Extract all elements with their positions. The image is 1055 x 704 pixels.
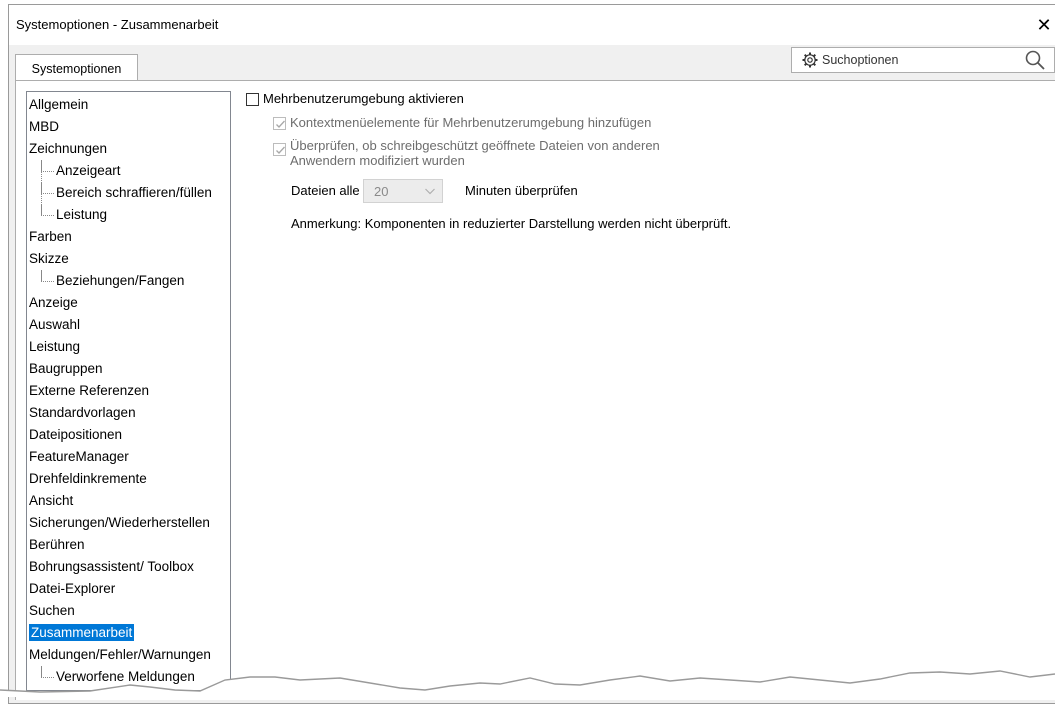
- tree-item[interactable]: MBD: [27, 116, 59, 138]
- tree-item[interactable]: Allgemein: [27, 94, 88, 116]
- tree-item[interactable]: Drehfeldinkremente: [27, 468, 147, 490]
- tab-systemoptionen[interactable]: Systemoptionen: [15, 54, 138, 81]
- torn-edge: [0, 670, 1055, 697]
- tree-item[interactable]: Anzeigeart: [41, 160, 121, 182]
- tree-item-label: Drehfeldinkremente: [29, 471, 147, 486]
- tree-item-label: Skizze: [29, 251, 69, 266]
- tree-item-label: Dateipositionen: [29, 427, 123, 442]
- tree-item-label: Zusammenarbeit: [29, 624, 135, 641]
- multiuser-checkbox[interactable]: [246, 93, 259, 106]
- tree-item[interactable]: Anzeige: [27, 292, 78, 314]
- tree-item-label: Anzeige: [29, 295, 78, 310]
- collaboration-options: Mehrbenutzerumgebung aktivieren Kontextm…: [236, 81, 1055, 700]
- search-options-box[interactable]: Suchoptionen: [791, 47, 1055, 73]
- note-text: Anmerkung: Komponenten in reduzierter Da…: [291, 216, 732, 231]
- check-modified-label-line2: Anwendern modifiziert wurden: [290, 153, 465, 168]
- tree-item[interactable]: Berühren: [27, 534, 85, 556]
- tree-item[interactable]: Externe Referenzen: [27, 380, 149, 402]
- tree-item[interactable]: Sicherungen/Wiederherstellen: [27, 512, 210, 534]
- tree-item[interactable]: Beziehungen/Fangen: [41, 270, 184, 292]
- tree-item[interactable]: Leistung: [27, 336, 80, 358]
- tree-item-label: MBD: [29, 119, 59, 134]
- tree-item-label: Sicherungen/Wiederherstellen: [29, 515, 210, 530]
- options-tree[interactable]: Allgemein MBD Zeichnungen Anzeigeart Bereich…: [26, 91, 231, 691]
- tree-item[interactable]: Ansicht: [27, 490, 73, 512]
- tree-item-label: Beziehungen/Fangen: [56, 273, 185, 288]
- tree-item-label: Zeichnungen: [29, 141, 108, 156]
- tree-item[interactable]: Zusammenarbeit: [27, 622, 135, 644]
- interval-select[interactable]: 20: [363, 179, 443, 203]
- context-menu-checkbox[interactable]: [273, 117, 286, 130]
- title-bar: Systemoptionen - Zusammenarbeit ✕: [9, 5, 1055, 45]
- context-menu-label: Kontextmenüelemente für Mehrbenutzerumge…: [290, 115, 652, 130]
- tree-guide-line: [41, 160, 42, 215]
- tree-connector: [41, 160, 54, 172]
- tree-item[interactable]: Zeichnungen: [27, 138, 107, 160]
- tree-item-label: Ansicht: [29, 493, 74, 508]
- tree-item-label: Auswahl: [29, 317, 81, 332]
- tree-item[interactable]: FeatureManager: [27, 446, 129, 468]
- tree-item[interactable]: Datei-Explorer: [27, 578, 115, 600]
- chevron-down-icon: [425, 188, 435, 195]
- tree-item[interactable]: Dateipositionen: [27, 424, 122, 446]
- tree-item[interactable]: Auswahl: [27, 314, 80, 336]
- tree-item-label: Bohrungsassistent/ Toolbox: [29, 559, 194, 574]
- tree-item-label: Datei-Explorer: [29, 581, 116, 596]
- tree-item[interactable]: Farben: [27, 226, 72, 248]
- tree-item-label: Suchen: [29, 603, 75, 618]
- tree-item[interactable]: Bereich schraffieren/füllen: [41, 182, 212, 204]
- tree-item[interactable]: Bohrungsassistent/ Toolbox: [27, 556, 194, 578]
- tree-item-label: Berühren: [29, 537, 85, 552]
- tree-item-label: Leistung: [29, 339, 81, 354]
- tree-item[interactable]: Suchen: [27, 600, 75, 622]
- search-options-label: Suchoptionen: [822, 53, 899, 67]
- tree-item-label: Standardvorlagen: [29, 405, 136, 420]
- tree-item[interactable]: Skizze: [27, 248, 69, 270]
- options-panel: Allgemein MBD Zeichnungen Anzeigeart Bereich…: [15, 80, 1055, 700]
- tree-item[interactable]: Baugruppen: [27, 358, 103, 380]
- tree-item[interactable]: Standardvorlagen: [27, 402, 136, 424]
- tree-item-label: Allgemein: [29, 97, 89, 112]
- tree-item-label: Farben: [29, 229, 72, 244]
- gear-icon: [802, 52, 818, 68]
- tree-item-label: Anzeigeart: [56, 163, 121, 178]
- check-modified-checkbox[interactable]: [273, 143, 286, 156]
- window-title: Systemoptionen - Zusammenarbeit: [16, 17, 219, 32]
- tree-item-label: Baugruppen: [29, 361, 103, 376]
- close-button[interactable]: ✕: [1034, 14, 1054, 36]
- magnifier-icon[interactable]: [1024, 49, 1046, 71]
- check-modified-label-line1: Überprüfen, ob schreibgeschützt geöffnet…: [290, 138, 660, 153]
- tree-connector: [41, 182, 54, 194]
- interval-suffix: Minuten überprüfen: [465, 183, 578, 198]
- interval-value: 20: [374, 184, 389, 199]
- tree-guide-line: [41, 270, 42, 281]
- multiuser-label: Mehrbenutzerumgebung aktivieren: [263, 91, 464, 106]
- interval-prefix: Dateien alle: [291, 183, 360, 198]
- tree-item-label: Externe Referenzen: [29, 383, 150, 398]
- tree-connector: [41, 270, 54, 282]
- tree-connector: [41, 204, 54, 216]
- tree-item-label: Bereich schraffieren/füllen: [56, 185, 212, 200]
- tree-item-label: FeatureManager: [29, 449, 129, 464]
- tree-item[interactable]: Leistung: [41, 204, 107, 226]
